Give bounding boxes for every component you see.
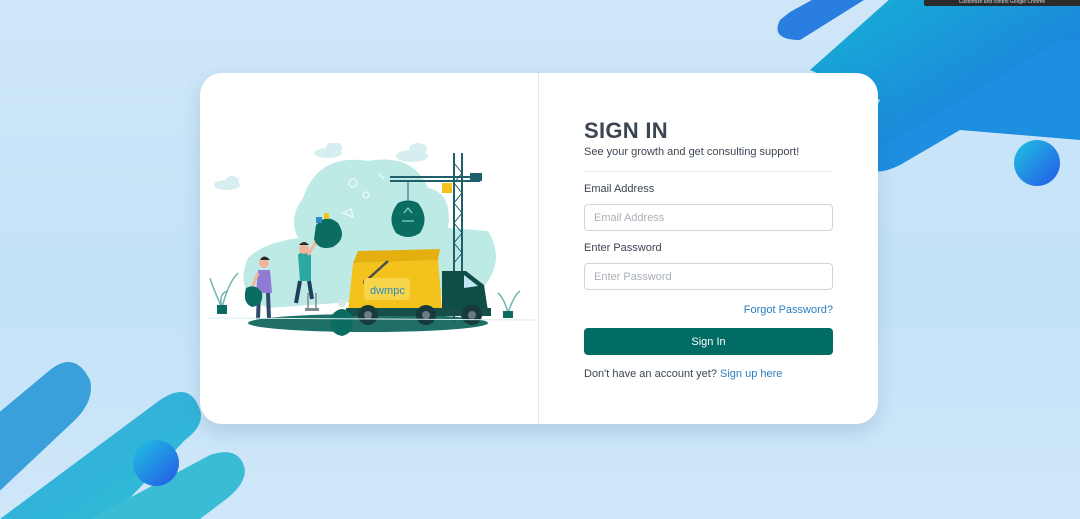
login-card: dwmpc SIGN IN See your growth and get co… — [200, 73, 878, 424]
sign-in-button[interactable]: Sign In — [584, 328, 833, 355]
forgot-password-row: Forgot Password? — [584, 302, 833, 317]
waste-truck-illustration: dwmpc — [208, 143, 538, 336]
password-field[interactable] — [584, 263, 833, 290]
signup-prompt: Don't have an account yet? — [584, 368, 717, 380]
email-label: Email Address — [584, 183, 655, 195]
truck-logo-text: dwmpc — [370, 285, 405, 297]
signup-link[interactable]: Sign up here — [720, 368, 782, 380]
page-subtitle: See your growth and get consulting suppo… — [584, 146, 800, 158]
browser-notice: Customize and control Google Chrome — [924, 0, 1080, 6]
sign-in-form: SIGN IN See your growth and get consulti… — [584, 119, 833, 381]
forgot-password-link[interactable]: Forgot Password? — [744, 304, 833, 316]
password-label: Enter Password — [584, 242, 662, 254]
email-field[interactable] — [584, 204, 833, 231]
page-title: SIGN IN — [584, 118, 668, 143]
card-divider — [538, 73, 539, 424]
signup-row: Don't have an account yet? Sign up here — [584, 367, 833, 381]
form-divider — [584, 171, 833, 172]
